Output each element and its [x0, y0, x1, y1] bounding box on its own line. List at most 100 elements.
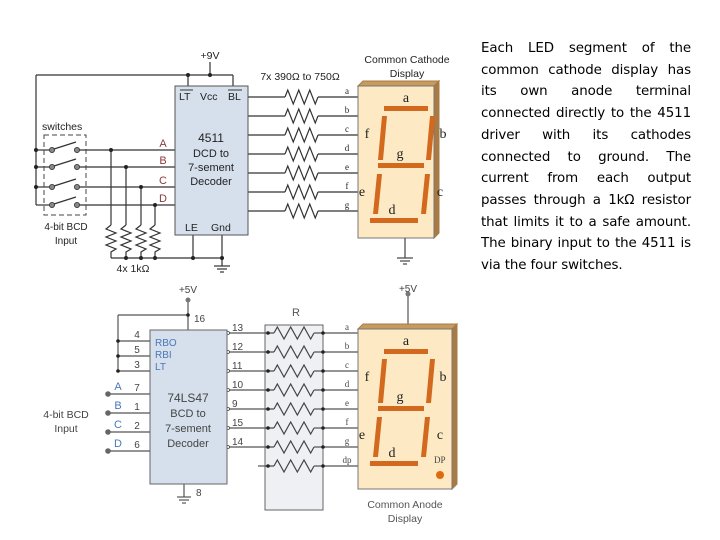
anode-display-segment-label-a: a [403, 334, 410, 349]
output-pin-13: 13 [232, 323, 244, 334]
display-bottom-title-1: Common Anode [367, 499, 442, 511]
cathode-display-segment-g [378, 163, 424, 168]
cathode-display-segment-label-g: g [397, 147, 404, 162]
input-terminal-c[interactable] [105, 429, 111, 435]
circuit-diagram: LT Vcc BL 4511 DCD to 7-sement Decoder L… [34, 50, 459, 525]
series-resistor-label: 7x 390Ω to 750Ω [260, 71, 339, 83]
bottom-input-terminals[interactable] [105, 391, 111, 454]
input-label-b: B [114, 400, 121, 412]
switches[interactable] [48, 141, 81, 208]
chip-line2: DCD to [193, 148, 229, 160]
anode-display-segment-label-e: e [359, 428, 365, 443]
input-pin-7: 7 [134, 383, 140, 394]
switch-a[interactable] [48, 141, 81, 153]
wire-label-a: a [345, 322, 349, 332]
pin-vcc-label: Vcc [200, 91, 218, 103]
supply-5v-chip-label: +5V [179, 285, 197, 296]
anode-display-segment-g [378, 406, 424, 411]
control-pin-5: 5 [134, 345, 140, 356]
cathode-display-segment-a [384, 106, 428, 111]
input-terminal-b[interactable] [105, 410, 111, 416]
junction-dot [191, 256, 195, 260]
anode-display-segment-a [384, 349, 428, 354]
input-pin-6: 6 [134, 440, 140, 451]
vcc-pin-label: 16 [194, 314, 206, 325]
wire-label-f: f [346, 417, 349, 427]
cathode-display-segment-label-e: e [359, 185, 365, 200]
series-resistor [284, 183, 319, 201]
cathode-display-segment-label-d: d [389, 203, 396, 218]
chip-name: 4511 [198, 131, 224, 145]
switch-d[interactable] [48, 196, 81, 208]
wire-label-a: a [345, 86, 349, 96]
gnd-pin-label: 8 [196, 488, 202, 499]
chip-4511 [174, 85, 249, 236]
wire-label-dp: dp [343, 455, 353, 465]
input-label-d: D [159, 193, 167, 205]
junction-dot [34, 148, 38, 152]
pin-rbi-label: RBI [155, 350, 172, 361]
chip-74ls47-name: 74LS47 [167, 391, 209, 405]
wire-label-e: e [345, 162, 349, 172]
junction-dot [208, 73, 212, 77]
supply-9v-label: +9V [201, 50, 220, 62]
output-pin-9: 9 [232, 399, 238, 410]
junction-dot [139, 185, 143, 189]
cathode-display-segment-d [370, 218, 418, 223]
output-pin-12: 12 [232, 342, 244, 353]
control-pin-4: 4 [134, 330, 140, 341]
junction-dot [186, 73, 190, 77]
pin-bl-label: BL [228, 91, 241, 103]
resistor-label: R [292, 307, 300, 319]
series-resistor [284, 164, 319, 182]
anode-display-segment-label-f: f [365, 370, 370, 385]
input-label-top-1: 4-bit BCD [44, 222, 87, 233]
switch-b[interactable] [48, 158, 81, 170]
control-pin-3: 3 [134, 360, 140, 371]
wire-label-g: g [345, 436, 350, 446]
output-pin-14: 14 [232, 437, 244, 448]
input-label-b: B [159, 155, 166, 167]
wire-label-b: b [345, 341, 350, 351]
input-terminal-d[interactable] [105, 448, 111, 454]
anode-display-segment-label-d: d [389, 446, 396, 461]
junction-dot [34, 185, 38, 189]
pin-lt-bottom-label: LT [155, 362, 166, 373]
input-terminal-a[interactable] [105, 391, 111, 397]
anode-display-segment-label-c: c [437, 428, 443, 443]
common-anode-display: a b c d e f g DP [356, 322, 459, 491]
output-pin-11: 11 [232, 361, 243, 372]
input-label-c: C [114, 419, 122, 431]
wire-label-c: c [345, 360, 349, 370]
junction-dot [153, 203, 157, 207]
output-pin-15: 15 [232, 418, 244, 429]
anode-display-dp-dot [436, 471, 444, 479]
input-pin-2: 2 [134, 421, 140, 432]
pin-gnd-label: Gnd [211, 222, 231, 234]
input-label-a: A [159, 138, 167, 150]
wire-label-f: f [346, 181, 349, 191]
input-label-top-2: Input [55, 236, 77, 247]
chip-74ls47-line3: 7-sement [165, 423, 211, 435]
series-resistor [284, 126, 319, 144]
chip-74ls47-line4: Decoder [167, 438, 209, 450]
wire-label-e: e [345, 398, 349, 408]
pin-rbo-label: RBO [155, 338, 177, 349]
display-bottom-title-2: Display [388, 513, 423, 525]
anode-display-segment-d [370, 461, 418, 466]
junction-dot [124, 256, 128, 260]
input-label-bottom-2: Input [54, 423, 77, 435]
switch-c[interactable] [48, 178, 81, 190]
pin-lt-label: LT [179, 91, 191, 103]
input-label-a: A [114, 381, 122, 393]
chip-line3: 7-sement [188, 162, 234, 174]
input-label-c: C [159, 175, 167, 187]
top-input-labels: ABCD [159, 138, 167, 205]
junction-dot [124, 165, 128, 169]
junction-dot [139, 256, 143, 260]
cathode-display-segment-label-c: c [437, 185, 443, 200]
anode-display-segment-label-b: b [440, 370, 447, 385]
series-resistor [284, 202, 319, 220]
display-top-title-1: Common Cathode [364, 54, 449, 66]
pin-le-label: LE [185, 222, 198, 234]
